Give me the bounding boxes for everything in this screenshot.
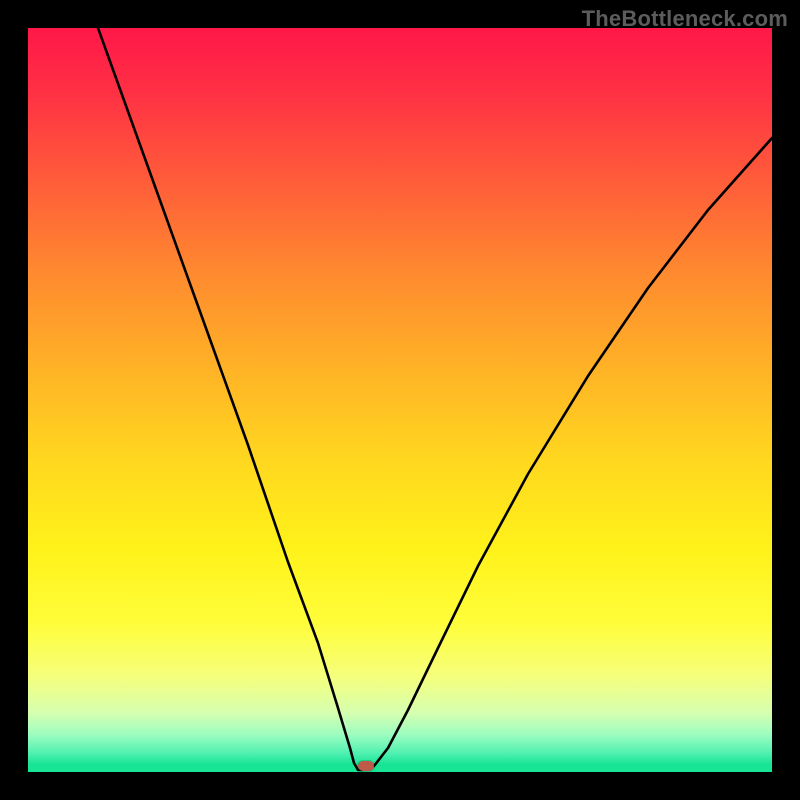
bottleneck-curve	[28, 28, 772, 772]
chart-frame: TheBottleneck.com	[0, 0, 800, 800]
optimal-marker	[358, 761, 374, 771]
plot-area	[28, 28, 772, 772]
